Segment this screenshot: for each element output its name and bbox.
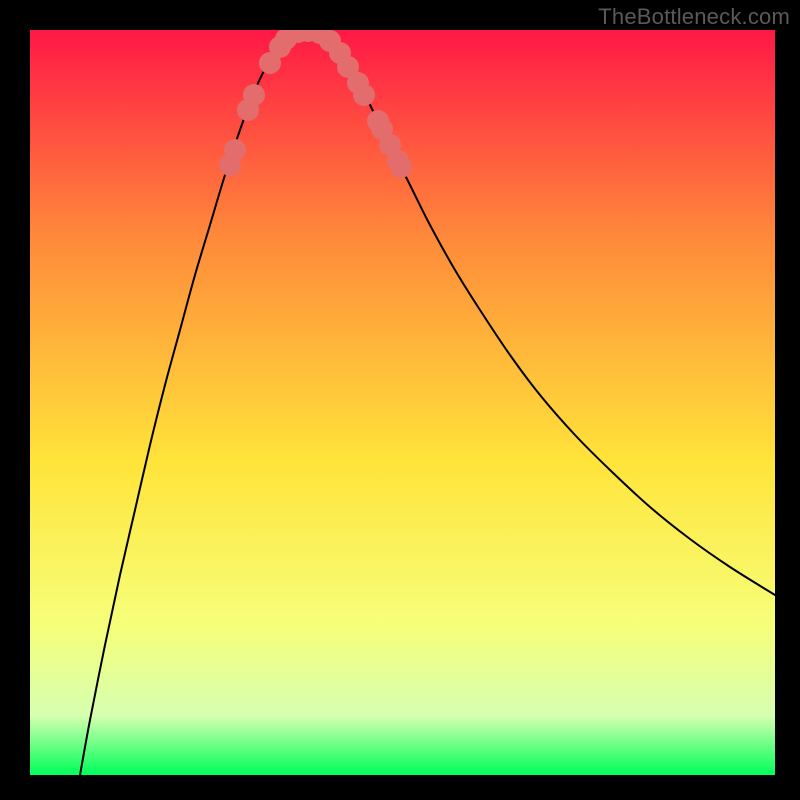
data-marker [353,84,375,106]
data-marker [224,139,246,161]
plot-area [30,30,775,775]
chart-root: TheBottleneck.com [0,0,800,800]
gradient-background [30,30,775,775]
plot-svg [30,30,775,775]
data-marker [243,84,265,106]
data-marker [390,156,412,178]
watermark-text: TheBottleneck.com [598,4,790,30]
